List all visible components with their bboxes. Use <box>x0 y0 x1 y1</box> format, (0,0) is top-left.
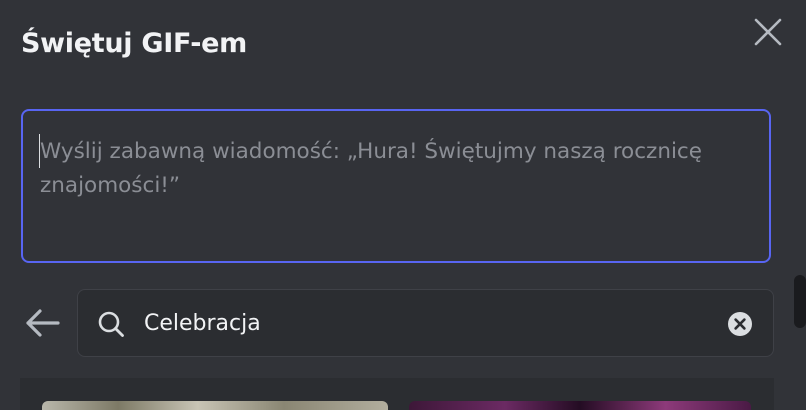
search-query[interactable]: Celebracja <box>144 308 261 340</box>
scrollbar-thumb[interactable] <box>794 275 806 328</box>
celebrate-gif-modal: Świętuj GIF-em Wyślij zabawną wiadomość:… <box>0 0 806 410</box>
arrow-left-icon <box>26 309 60 337</box>
close-icon <box>754 18 782 46</box>
gif-search-field[interactable]: Celebracja <box>77 289 774 357</box>
clear-circle-x-icon <box>728 312 752 336</box>
back-button[interactable] <box>22 305 62 341</box>
close-button[interactable] <box>747 11 789 53</box>
message-placeholder: Wyślij zabawną wiadomość: „Hura! Świętuj… <box>40 139 702 198</box>
message-input[interactable]: Wyślij zabawną wiadomość: „Hura! Świętuj… <box>21 109 771 263</box>
search-icon <box>98 311 124 337</box>
clear-search-button[interactable] <box>727 311 753 337</box>
gif-results-grid <box>20 378 774 410</box>
modal-title: Świętuj GIF-em <box>21 28 248 59</box>
gif-result-thumbnail[interactable] <box>409 401 751 410</box>
gif-result-thumbnail[interactable] <box>42 401 388 410</box>
